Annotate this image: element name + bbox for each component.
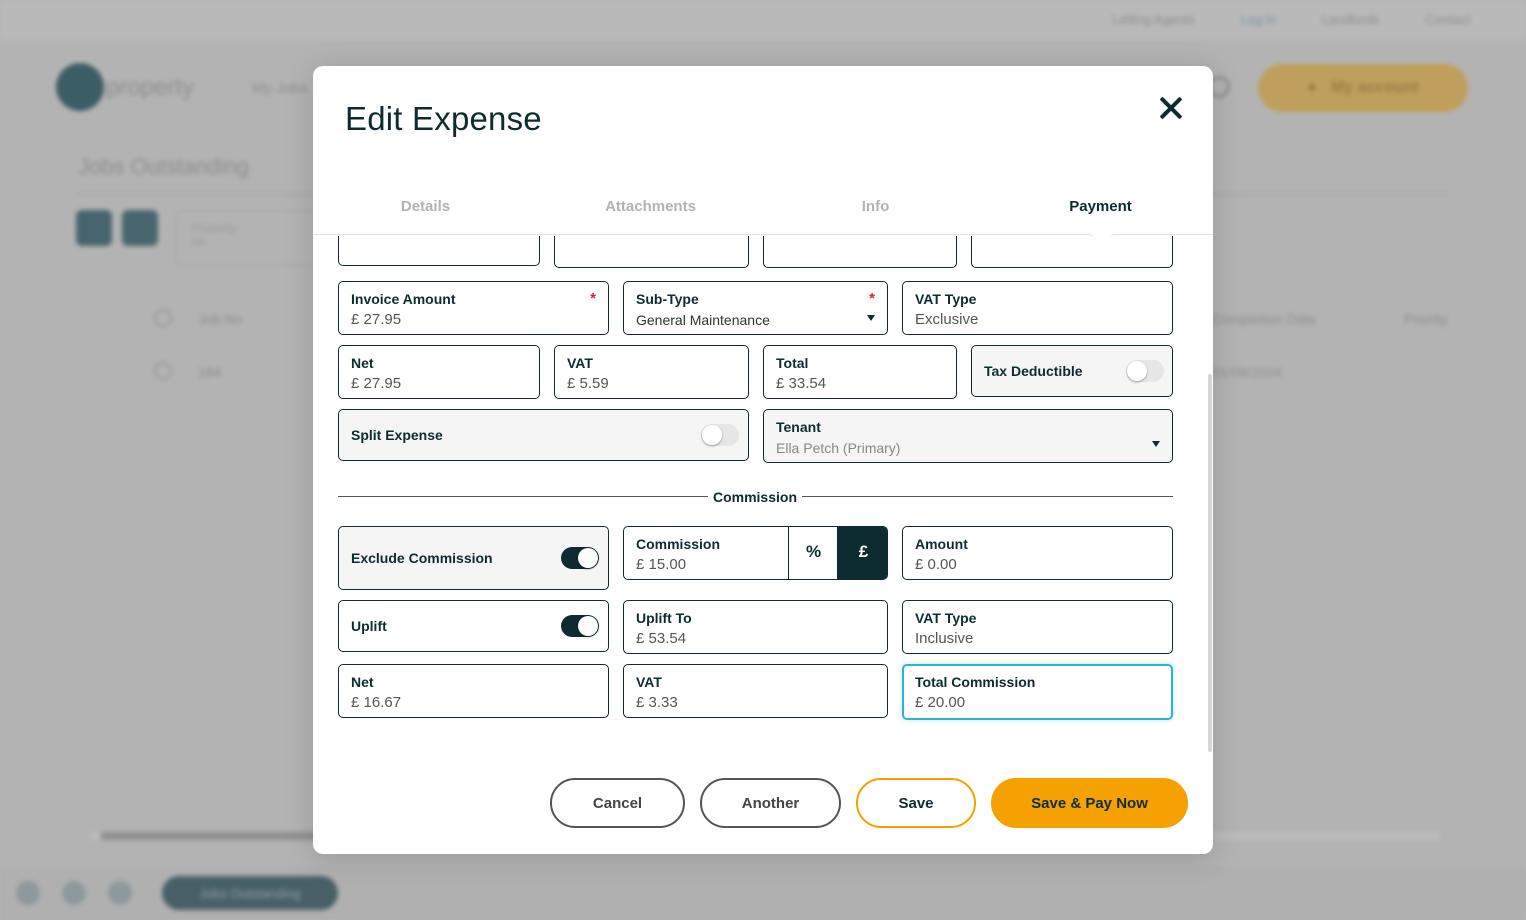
exclude-commission-label: Exclude Commission xyxy=(351,550,493,566)
invoice-amount-value[interactable]: £ 27.95 xyxy=(351,310,596,330)
another-button[interactable]: Another xyxy=(700,778,841,828)
commission-section-title: Commission xyxy=(712,489,797,505)
tax-deductible-label: Tax Deductible xyxy=(984,363,1083,379)
chevron-down-icon[interactable] xyxy=(1152,441,1160,447)
tab-bar: Details Attachments Info Payment xyxy=(313,190,1213,235)
modal-scrollbar[interactable] xyxy=(1208,374,1212,752)
tax-deductible-toggle[interactable] xyxy=(1126,360,1164,382)
total-commission-label: Total Commission xyxy=(915,674,1036,690)
section-divider-left xyxy=(338,496,708,497)
commission-vat-type-label: VAT Type xyxy=(915,610,977,626)
total-commission-value[interactable]: £ 20.00 xyxy=(915,693,1160,713)
uplift-label: Uplift xyxy=(351,618,387,634)
modal-title: Edit Expense xyxy=(345,100,542,137)
save-and-pay-now-button[interactable]: Save & Pay Now xyxy=(991,778,1188,828)
hidden-field-1[interactable] xyxy=(338,236,540,266)
close-icon[interactable] xyxy=(1155,92,1187,124)
commission-vat-value[interactable]: £ 3.33 xyxy=(636,693,875,713)
tenant-label: Tenant xyxy=(776,419,821,435)
pound-toggle-button[interactable]: £ xyxy=(837,527,887,579)
uplift-field: Uplift xyxy=(338,600,609,652)
amount-label: Amount xyxy=(915,536,968,552)
sub-type-label: Sub-Type xyxy=(636,291,699,307)
invoice-amount-label: Invoice Amount xyxy=(351,291,456,307)
hidden-field-4[interactable] xyxy=(971,236,1173,268)
cancel-button[interactable]: Cancel xyxy=(550,778,685,828)
exclude-commission-toggle[interactable] xyxy=(561,547,599,569)
uplift-to-field[interactable]: Uplift To £ 53.54 xyxy=(623,600,888,654)
commission-field[interactable]: Commission £ 15.00 % £ xyxy=(623,526,888,580)
tenant-select[interactable]: Tenant Ella Petch (Primary) xyxy=(763,409,1173,463)
exclude-commission-field: Exclude Commission xyxy=(338,526,609,590)
tab-payment[interactable]: Payment xyxy=(988,198,1213,215)
commission-net-label: Net xyxy=(351,674,374,690)
commission-vat-label: VAT xyxy=(636,674,662,690)
net-field[interactable]: Net £ 27.95 xyxy=(338,345,540,399)
total-commission-field[interactable]: Total Commission £ 20.00 xyxy=(902,664,1173,720)
required-marker: * xyxy=(869,290,875,307)
toggle-knob xyxy=(578,548,598,568)
sub-type-select[interactable]: Sub-Type General Maintenance * xyxy=(623,281,888,335)
amount-value[interactable]: £ 0.00 xyxy=(915,555,1160,575)
percent-toggle-button[interactable]: % xyxy=(788,527,838,579)
commission-net-value[interactable]: £ 16.67 xyxy=(351,693,596,713)
save-button[interactable]: Save xyxy=(856,778,976,828)
chevron-down-icon[interactable] xyxy=(867,315,875,321)
vat-field[interactable]: VAT £ 5.59 xyxy=(554,345,749,399)
section-divider-right xyxy=(802,496,1173,497)
commission-vat-type-value[interactable]: Inclusive xyxy=(915,629,1160,649)
edit-expense-modal: Edit Expense Details Attachments Info Pa… xyxy=(313,66,1213,854)
tab-details[interactable]: Details xyxy=(313,198,538,215)
sub-type-value[interactable]: General Maintenance xyxy=(636,310,875,330)
invoice-amount-field[interactable]: Invoice Amount £ 27.95 * xyxy=(338,281,609,335)
commission-vat-type-field[interactable]: VAT Type Inclusive xyxy=(902,600,1173,654)
total-label: Total xyxy=(776,355,809,371)
toggle-knob xyxy=(1127,361,1147,381)
amount-field[interactable]: Amount £ 0.00 xyxy=(902,526,1173,580)
vat-value[interactable]: £ 5.59 xyxy=(567,374,736,394)
vat-type-label: VAT Type xyxy=(915,291,977,307)
split-expense-field: Split Expense xyxy=(338,409,749,461)
uplift-to-label: Uplift To xyxy=(636,610,692,626)
required-marker: * xyxy=(590,290,596,307)
total-value[interactable]: £ 33.54 xyxy=(776,374,944,394)
commission-vat-field[interactable]: VAT £ 3.33 xyxy=(623,664,888,718)
tab-attachments[interactable]: Attachments xyxy=(538,198,763,215)
uplift-toggle[interactable] xyxy=(561,615,599,637)
tenant-value[interactable]: Ella Petch (Primary) xyxy=(776,438,1160,458)
vat-label: VAT xyxy=(567,355,593,371)
tab-info[interactable]: Info xyxy=(763,198,988,215)
split-expense-toggle[interactable] xyxy=(701,424,739,446)
total-field[interactable]: Total £ 33.54 xyxy=(763,345,957,399)
vat-type-field[interactable]: VAT Type Exclusive xyxy=(902,281,1173,335)
hidden-field-3[interactable] xyxy=(763,236,957,268)
commission-net-field[interactable]: Net £ 16.67 xyxy=(338,664,609,718)
tax-deductible-field: Tax Deductible xyxy=(971,345,1173,397)
split-expense-label: Split Expense xyxy=(351,427,443,443)
toggle-knob xyxy=(578,616,598,636)
vat-type-value[interactable]: Exclusive xyxy=(915,310,1160,330)
net-label: Net xyxy=(351,355,374,371)
toggle-knob xyxy=(702,425,722,445)
hidden-field-2[interactable] xyxy=(554,236,749,268)
uplift-to-value[interactable]: £ 53.54 xyxy=(636,629,875,649)
net-value[interactable]: £ 27.95 xyxy=(351,374,527,394)
